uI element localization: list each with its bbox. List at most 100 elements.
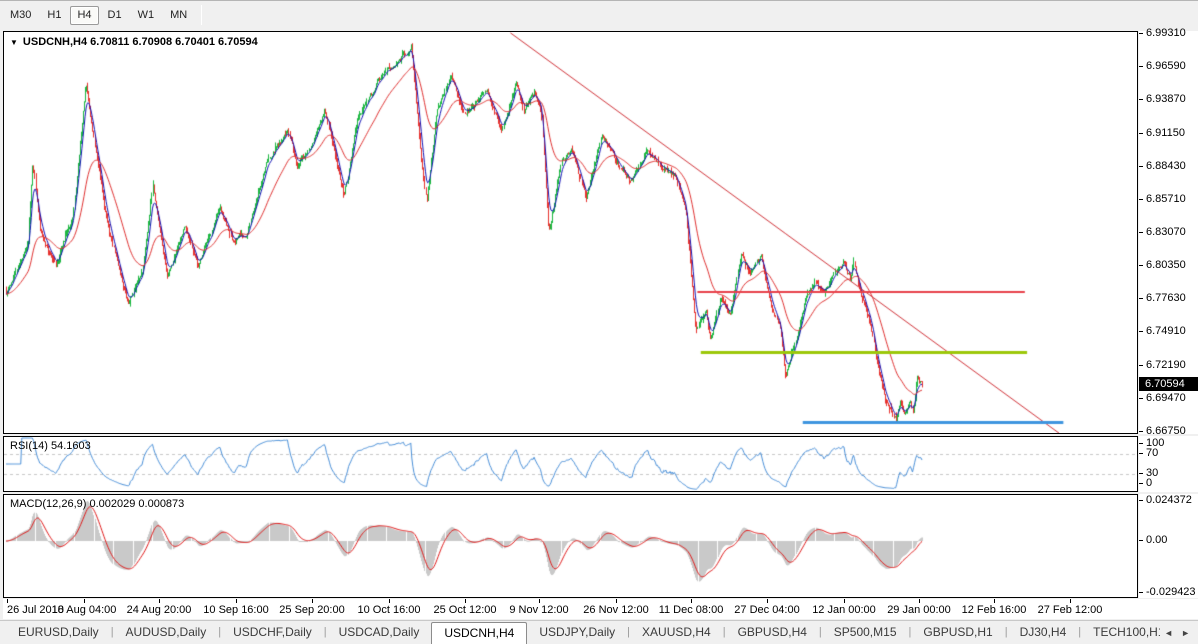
price-axis-tick xyxy=(1139,232,1143,233)
date-axis-label: 27 Feb 12:00 xyxy=(1038,604,1103,616)
macd-axis: 0.0243720.00-0.029423 xyxy=(1139,494,1198,598)
date-axis-tick xyxy=(919,599,920,603)
price-axis-tick xyxy=(1139,199,1143,200)
chart-title: ▼ USDCNH,H4 6.70811 6.70908 6.70401 6.70… xyxy=(10,36,258,48)
price-axis-label: 6.91150 xyxy=(1146,127,1185,139)
macd-axis-tick xyxy=(1139,592,1143,593)
date-axis-tick xyxy=(1070,599,1071,603)
tab-gbpusd-h1[interactable]: GBPUSD,H1 xyxy=(911,621,1004,644)
date-axis-label: 10 Aug 04:00 xyxy=(52,604,117,616)
timeframe-button-m30[interactable]: M30 xyxy=(3,6,38,25)
date-axis-label: 10 Oct 16:00 xyxy=(358,604,421,616)
price-axis-tick xyxy=(1139,431,1143,432)
price-axis-tick xyxy=(1139,33,1143,34)
timeframe-button-w1[interactable]: W1 xyxy=(131,6,162,25)
date-axis-tick xyxy=(465,599,466,603)
date-axis-tick xyxy=(767,599,768,603)
symbol-dropdown-icon[interactable]: ▼ xyxy=(10,38,18,47)
price-axis-label: 6.99310 xyxy=(1146,27,1186,39)
tab-usdjpy-daily[interactable]: USDJPY,Daily xyxy=(527,621,627,644)
macd-axis-label: 0.00 xyxy=(1146,534,1167,546)
rsi-axis-label: 0 xyxy=(1146,477,1152,489)
date-axis-tick xyxy=(312,599,313,603)
macd-panel[interactable]: MACD(12,26,9) 0.002029 0.000873 xyxy=(3,494,1138,598)
date-axis-label: 25 Oct 12:00 xyxy=(434,604,497,616)
date-axis-tick xyxy=(159,599,160,603)
rsi-label: RSI(14) 54.1603 xyxy=(10,440,91,452)
date-axis-tick xyxy=(7,599,8,603)
tab-dj30-h4[interactable]: DJ30,H4 xyxy=(1008,621,1079,644)
toolbar-separator xyxy=(201,5,202,25)
price-axis-tick xyxy=(1139,133,1143,134)
price-chart-panel[interactable]: ▼ USDCNH,H4 6.70811 6.70908 6.70401 6.70… xyxy=(3,31,1138,434)
date-axis-label: 27 Dec 04:00 xyxy=(734,604,799,616)
date-axis-tick xyxy=(616,599,617,603)
price-axis-tick xyxy=(1139,66,1143,67)
tab-gbpusd-h4[interactable]: GBPUSD,H4 xyxy=(726,621,819,644)
date-axis-label: 26 Nov 12:00 xyxy=(583,604,648,616)
tab-audusd-daily[interactable]: AUDUSD,Daily xyxy=(114,621,219,644)
price-axis-label: 6.88430 xyxy=(1146,160,1186,172)
chart-title-text: USDCNH,H4 6.70811 6.70908 6.70401 6.7059… xyxy=(23,36,258,48)
price-axis-tick xyxy=(1139,99,1143,100)
price-axis-label: 6.77630 xyxy=(1146,292,1186,304)
rsi-canvas[interactable] xyxy=(4,437,1137,491)
chart-tab-bar: EURUSD,Daily|AUDUSD,Daily|USDCHF,Daily|U… xyxy=(0,620,1198,644)
tab-xauusd-h4[interactable]: XAUUSD,H4 xyxy=(630,621,723,644)
price-axis-tick xyxy=(1139,265,1143,266)
macd-canvas[interactable] xyxy=(4,495,1137,597)
price-axis-label: 6.69470 xyxy=(1146,392,1186,404)
timeframe-button-mn[interactable]: MN xyxy=(163,6,194,25)
timeframe-button-h1[interactable]: H1 xyxy=(40,6,68,25)
date-axis-label: 24 Aug 20:00 xyxy=(127,604,192,616)
rsi-axis-tick xyxy=(1139,453,1143,454)
rsi-axis-label: 70 xyxy=(1146,447,1158,459)
date-axis-tick xyxy=(236,599,237,603)
macd-axis-label: 0.024372 xyxy=(1146,494,1192,506)
price-axis-label: 6.80350 xyxy=(1146,259,1186,271)
macd-axis-tick xyxy=(1139,540,1143,541)
timeframe-button-d1[interactable]: D1 xyxy=(101,6,129,25)
tab-usdchf-daily[interactable]: USDCHF,Daily xyxy=(221,621,324,644)
terminal-window: M30H1H4D1W1MN ▼ USDCNH,H4 6.70811 6.7090… xyxy=(0,0,1198,644)
date-axis-tick xyxy=(84,599,85,603)
price-axis-tick xyxy=(1139,298,1143,299)
price-axis-label: 6.93870 xyxy=(1146,93,1186,105)
tab-scroll-left-icon[interactable]: ◄ xyxy=(1164,628,1173,638)
date-axis-label: 29 Jan 00:00 xyxy=(887,604,951,616)
date-axis-label: 12 Feb 16:00 xyxy=(962,604,1027,616)
price-axis-label: 6.74910 xyxy=(1146,325,1186,337)
rsi-axis-tick xyxy=(1139,443,1143,444)
chart-tab-strip: EURUSD,Daily|AUDUSD,Daily|USDCHF,Daily|U… xyxy=(0,621,1160,644)
tab-sp500-m15[interactable]: SP500,M15 xyxy=(822,621,909,644)
current-price-tag: 6.70594 xyxy=(1139,377,1198,391)
macd-axis-tick xyxy=(1139,500,1143,501)
rsi-axis-tick xyxy=(1139,483,1143,484)
price-axis-label: 6.83070 xyxy=(1146,226,1186,238)
date-axis-tick xyxy=(691,599,692,603)
price-axis-tick xyxy=(1139,398,1143,399)
date-axis-label: 11 Dec 08:00 xyxy=(659,604,724,616)
tab-usdcnh-h4[interactable]: USDCNH,H4 xyxy=(431,622,527,644)
date-axis-tick xyxy=(389,599,390,603)
tab-usdcad-daily[interactable]: USDCAD,Daily xyxy=(327,621,432,644)
rsi-panel[interactable]: RSI(14) 54.1603 xyxy=(3,436,1138,492)
tab-eurusd-daily[interactable]: EURUSD,Daily xyxy=(6,621,111,644)
macd-label: MACD(12,26,9) 0.002029 0.000873 xyxy=(10,498,184,510)
tab-scroll-arrows: ◄► xyxy=(1160,621,1198,644)
price-axis-label: 6.72190 xyxy=(1146,359,1186,371)
date-axis-label: 12 Jan 00:00 xyxy=(812,604,876,616)
price-axis[interactable]: 6.993106.965906.938706.911506.884306.857… xyxy=(1139,31,1198,434)
tab-scroll-right-icon[interactable]: ► xyxy=(1181,628,1190,638)
price-axis-label: 6.85710 xyxy=(1146,193,1186,205)
date-axis-label: 10 Sep 16:00 xyxy=(203,604,268,616)
date-axis[interactable]: 26 Jul 201810 Aug 04:0024 Aug 20:0010 Se… xyxy=(3,599,1198,619)
timeframe-button-h4[interactable]: H4 xyxy=(70,6,98,25)
timeframe-toolbar: M30H1H4D1W1MN xyxy=(0,0,1198,29)
price-axis-tick xyxy=(1139,166,1143,167)
price-canvas[interactable] xyxy=(4,32,1137,433)
tab-tech100-h1[interactable]: TECH100,H1 xyxy=(1081,621,1160,644)
rsi-axis: 10070300 xyxy=(1139,436,1198,492)
date-axis-tick xyxy=(994,599,995,603)
date-axis-label: 9 Nov 12:00 xyxy=(509,604,568,616)
